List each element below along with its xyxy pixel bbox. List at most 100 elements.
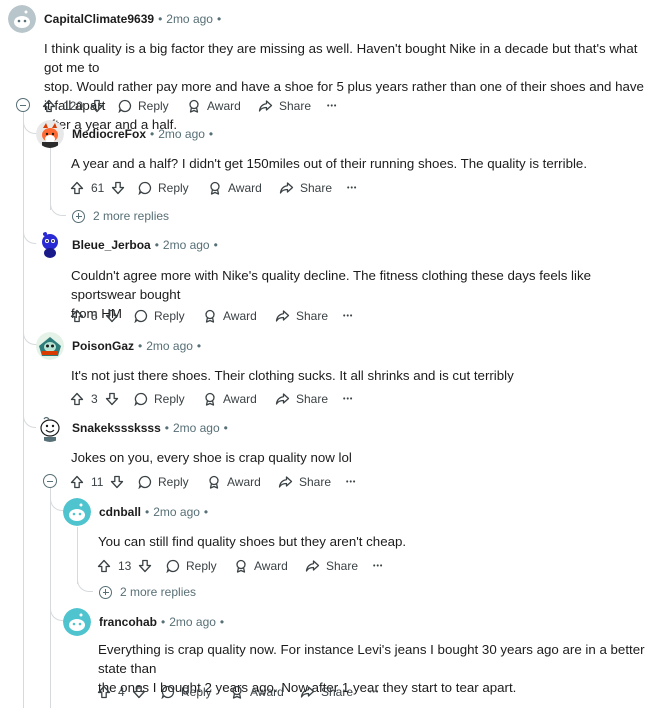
comment-cdnball: cdnball • 2mo ago • You can still find qual…	[63, 498, 648, 573]
reply-button[interactable]: Reply	[138, 177, 189, 199]
upvote-icon[interactable]	[97, 559, 111, 573]
comment-timestamp[interactable]: 2mo ago	[163, 238, 210, 252]
comment-body: You can still find quality shoes but the…	[98, 534, 407, 549]
comment-timestamp[interactable]: 2mo ago	[166, 12, 213, 26]
collapse-thread-button[interactable]	[43, 474, 57, 488]
comment-timestamp[interactable]: 2mo ago	[173, 421, 220, 435]
downvote-icon[interactable]	[105, 309, 119, 323]
separator-dot: •	[203, 505, 209, 519]
comment-author[interactable]: francohab	[99, 615, 157, 629]
separator-dot: •	[150, 127, 155, 141]
more-options-button[interactable]: •••	[373, 555, 383, 577]
reply-button[interactable]: Reply	[134, 305, 185, 327]
vote-count: 13	[118, 559, 132, 573]
share-icon	[300, 686, 315, 698]
avatar[interactable]	[36, 231, 64, 259]
comment-bleue-jerboa: Bleue_Jerboa • 2mo ago • Couldn't agree mor…	[36, 231, 648, 323]
comment-author[interactable]: Bleue_Jerboa	[72, 238, 151, 252]
downvote-icon[interactable]	[138, 559, 152, 573]
share-button[interactable]: Share	[275, 388, 328, 410]
share-button[interactable]: Share	[278, 471, 331, 493]
share-button[interactable]: Share	[275, 305, 328, 327]
comment-author[interactable]: cdnball	[99, 505, 141, 519]
comment-timestamp[interactable]: 2mo ago	[146, 339, 193, 353]
reply-button[interactable]: Reply	[134, 388, 185, 410]
downvote-icon[interactable]	[111, 181, 125, 195]
award-button[interactable]: Award	[203, 388, 257, 410]
reply-button[interactable]: Reply	[138, 471, 189, 493]
more-replies-link[interactable]: 2 more replies	[72, 209, 169, 223]
reply-button[interactable]: Reply	[166, 555, 217, 577]
thread-elbow	[23, 250, 39, 345]
upvote-icon[interactable]	[70, 309, 84, 323]
award-button[interactable]: Award	[187, 95, 241, 117]
award-button[interactable]: Award	[234, 555, 288, 577]
share-icon	[275, 393, 290, 405]
award-icon	[236, 559, 246, 573]
avatar[interactable]	[36, 332, 64, 360]
separator-dot: •	[154, 238, 159, 252]
avatar[interactable]	[63, 498, 91, 526]
award-button[interactable]: Award	[230, 681, 284, 703]
award-icon	[232, 685, 242, 699]
more-options-button[interactable]: •••	[347, 177, 357, 199]
share-button[interactable]: Share	[305, 555, 358, 577]
more-replies-link[interactable]: 2 more replies	[99, 585, 196, 599]
separator-dot: •	[138, 339, 143, 353]
upvote-icon[interactable]	[97, 685, 111, 699]
comment-bubble-icon	[118, 99, 132, 113]
share-icon	[279, 182, 294, 194]
award-button[interactable]: Award	[207, 471, 261, 493]
vote-count: 120	[63, 99, 84, 113]
award-icon	[209, 475, 219, 489]
comment-author[interactable]: CapitalClimate9639	[44, 12, 154, 26]
collapse-thread-button[interactable]	[16, 98, 30, 112]
share-button[interactable]: Share	[300, 681, 353, 703]
more-options-button[interactable]: •••	[343, 305, 353, 327]
reply-button[interactable]: Reply	[161, 681, 212, 703]
separator-dot: •	[161, 615, 166, 629]
avatar[interactable]	[63, 608, 91, 636]
separator-dot: •	[216, 12, 222, 26]
reply-button[interactable]: Reply	[118, 95, 169, 117]
more-options-button[interactable]: •••	[327, 95, 337, 117]
comment-author[interactable]: Snakeksssksss	[72, 421, 161, 435]
downvote-icon[interactable]	[90, 99, 104, 113]
comment-timestamp[interactable]: 2mo ago	[169, 615, 216, 629]
comment-timestamp[interactable]: 2mo ago	[153, 505, 200, 519]
comment-author[interactable]: MediocreFox	[72, 127, 146, 141]
separator-dot: •	[164, 421, 169, 435]
vote-count: 3	[91, 392, 98, 406]
comment-bubble-icon	[138, 181, 152, 195]
avatar[interactable]	[36, 120, 64, 148]
vote-count: 11	[91, 475, 104, 489]
upvote-icon[interactable]	[70, 475, 84, 489]
comment-timestamp[interactable]: 2mo ago	[158, 127, 205, 141]
downvote-icon[interactable]	[105, 392, 119, 406]
share-icon	[278, 476, 293, 488]
comment-author[interactable]: PoisonGaz	[72, 339, 134, 353]
share-icon	[275, 310, 290, 322]
separator-dot: •	[208, 127, 214, 141]
upvote-icon[interactable]	[42, 99, 56, 113]
more-options-button[interactable]: •••	[343, 388, 353, 410]
comment-poisongaz: PoisonGaz • 2mo ago • It's not just there s…	[36, 332, 648, 406]
downvote-icon[interactable]	[132, 685, 146, 699]
share-button[interactable]: Share	[279, 177, 332, 199]
more-options-button[interactable]: •••	[369, 681, 379, 703]
separator-dot: •	[213, 238, 218, 252]
award-button[interactable]: Award	[208, 177, 262, 199]
more-options-button[interactable]: •••	[346, 471, 356, 493]
comment-mediocrefox: MediocreFox • 2mo ago • A year and a half? …	[36, 120, 648, 195]
downvote-icon[interactable]	[110, 475, 124, 489]
upvote-icon[interactable]	[70, 181, 84, 195]
plus-circle-icon	[72, 209, 85, 223]
thread-elbow	[50, 520, 66, 621]
avatar[interactable]	[8, 5, 36, 33]
upvote-icon[interactable]	[70, 392, 84, 406]
comment-bubble-icon	[138, 475, 152, 489]
award-button[interactable]: Award	[203, 305, 257, 327]
plus-circle-icon	[99, 585, 112, 599]
avatar[interactable]	[36, 414, 64, 442]
share-button[interactable]: Share	[258, 95, 311, 117]
